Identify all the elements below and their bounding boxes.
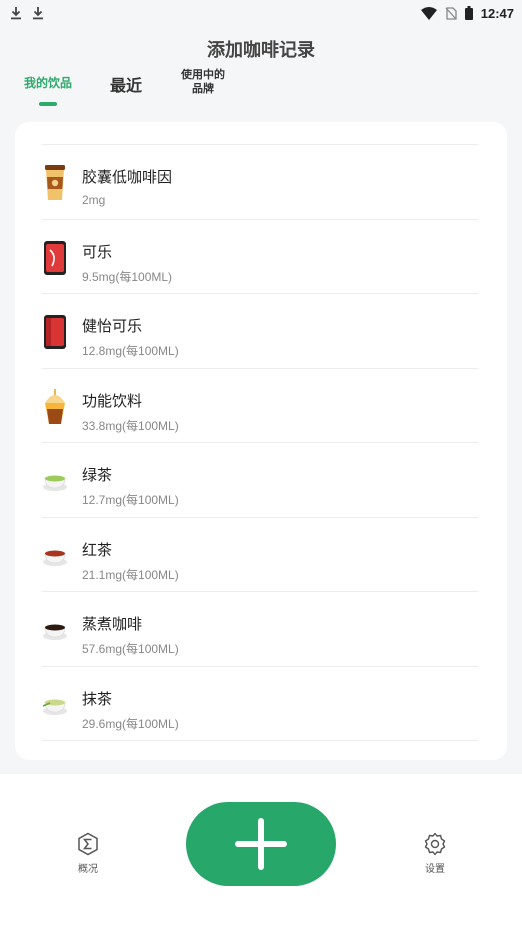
nav-settings[interactable]: 设置 (413, 832, 457, 875)
energy-drink-icon (45, 388, 65, 424)
drink-list-card: 胶囊低咖啡因 2mg 可乐 9.5mg(每100ML) 健怡可乐 12.8mg(… (15, 122, 507, 760)
tab-bar: 我的饮品 最近 使用中的 品牌 (0, 66, 260, 110)
drink-name: 抹茶 (82, 689, 113, 708)
drink-name: 可乐 (82, 242, 113, 261)
drink-item-energy-drink[interactable]: 功能饮料 33.8mg(每100ML) (42, 369, 478, 443)
drink-caffeine: 33.8mg(每100ML) (82, 418, 179, 433)
drink-name: 胶囊低咖啡因 (82, 168, 173, 186)
drink-caffeine: 12.7mg(每100ML) (82, 493, 179, 507)
add-record-button[interactable] (186, 802, 336, 886)
drink-caffeine: 57.6mg(每100ML) (82, 642, 179, 656)
active-tab-indicator (39, 102, 57, 106)
drink-name: 健怡可乐 (82, 317, 143, 335)
drink-list: 胶囊低咖啡因 2mg 可乐 9.5mg(每100ML) 健怡可乐 12.8mg(… (42, 144, 478, 741)
status-time: 12:47 (480, 5, 514, 21)
diet-cola-can-icon (44, 315, 66, 349)
drink-caffeine: 2mg (82, 193, 106, 207)
drink-item-decaf-capsule[interactable]: 胶囊低咖啡因 2mg (42, 145, 478, 220)
drink-name: 功能饮料 (82, 391, 143, 410)
wifi-icon (420, 6, 437, 20)
page-title: 添加咖啡记录 (207, 40, 315, 61)
status-left (10, 6, 44, 20)
coffee-cup-icon (45, 165, 65, 200)
tab-brands-in-use[interactable]: 使用中的 品牌 (172, 68, 234, 96)
tab-my-drinks[interactable]: 我的饮品 (22, 74, 74, 91)
drink-item-brewed-coffee[interactable]: 蒸煮咖啡 57.6mg(每100ML) (42, 592, 478, 667)
gear-icon (424, 832, 446, 856)
drink-caffeine: 29.6mg(每100ML) (82, 716, 179, 731)
status-bar: 12:47 (0, 0, 522, 26)
nav-overview[interactable]: 概况 (66, 832, 110, 875)
drink-name: 绿茶 (82, 466, 113, 484)
plus-icon (235, 818, 287, 870)
no-sim-icon (445, 6, 457, 20)
drink-item-matcha[interactable]: 抹茶 29.6mg(每100ML) (42, 667, 478, 741)
nav-overview-label: 概况 (78, 864, 98, 875)
drink-item-black-tea[interactable]: 红茶 21.1mg(每100ML) (42, 518, 478, 592)
drink-name: 红茶 (82, 540, 113, 559)
tab-brands-line1: 使用中的 (181, 68, 225, 81)
drink-name: 蒸煮咖啡 (82, 615, 143, 633)
black-tea-icon (43, 550, 67, 566)
nav-settings-label: 设置 (425, 864, 445, 875)
drink-caffeine: 9.5mg(每100ML) (82, 269, 173, 284)
drink-item-green-tea[interactable]: 绿茶 12.7mg(每100ML) (42, 443, 478, 518)
drink-caffeine: 12.8mg(每100ML) (82, 344, 179, 358)
tab-recent[interactable]: 最近 (104, 72, 148, 96)
cola-can-icon (44, 240, 66, 275)
bottom-nav: 概况 设置 (0, 774, 522, 928)
download-icon (11, 7, 21, 20)
brewed-coffee-icon (43, 624, 67, 640)
drink-item-diet-cola[interactable]: 健怡可乐 12.8mg(每100ML) (42, 294, 478, 369)
status-right: 12:47 (420, 5, 514, 21)
download-icon (33, 7, 43, 20)
drink-caffeine: 21.1mg(每100ML) (82, 567, 179, 582)
tab-brands-line2: 品牌 (192, 82, 214, 95)
sigma-hexagon-icon (78, 832, 98, 856)
battery-icon (464, 6, 473, 20)
drink-item-cola[interactable]: 可乐 9.5mg(每100ML) (42, 220, 478, 294)
matcha-icon (42, 699, 67, 715)
green-tea-icon (43, 475, 67, 491)
